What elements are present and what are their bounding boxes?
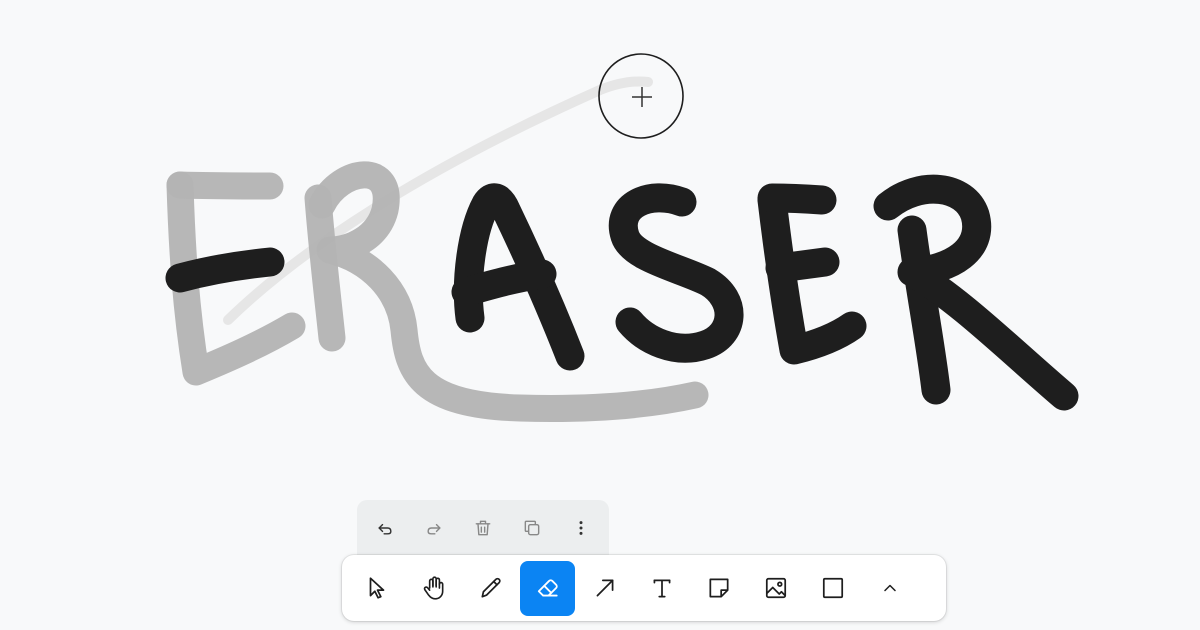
chevron-up-icon (883, 584, 896, 592)
tool-draw[interactable] (463, 561, 518, 616)
eraser-icon (537, 579, 558, 597)
cursor-icon (369, 577, 384, 599)
tool-more[interactable] (862, 561, 917, 616)
stroke-e2-mid (765, 247, 840, 283)
faded-stroke-r (304, 184, 346, 352)
more-vertical-icon (579, 521, 583, 535)
redo-button[interactable] (416, 510, 452, 546)
hand-icon (423, 576, 443, 600)
duplicate-icon (524, 520, 540, 536)
duplicate-button[interactable] (514, 510, 550, 546)
stroke-a-bar (451, 259, 557, 307)
delete-button[interactable] (465, 510, 501, 546)
rectangle-icon (822, 577, 843, 599)
undo-button[interactable] (367, 510, 403, 546)
faded-stroke-e-top (166, 171, 284, 200)
eraser-trail (223, 76, 653, 325)
more-actions-button[interactable] (563, 510, 599, 546)
text-icon (653, 579, 670, 598)
sticky-note-icon (708, 578, 729, 598)
stroke-e2-top (757, 183, 837, 215)
stroke-s (608, 183, 744, 363)
image-icon (765, 577, 786, 599)
eraser-crosshair-cursor (598, 53, 684, 139)
arrow-icon (596, 579, 613, 597)
actions-bar (357, 500, 609, 556)
tool-note[interactable] (691, 561, 746, 616)
tool-eraser[interactable] (520, 560, 575, 616)
undo-icon (378, 523, 392, 535)
tool-rectangle[interactable] (805, 561, 860, 616)
tool-arrow[interactable] (577, 561, 632, 616)
tool-select[interactable] (349, 561, 404, 616)
stroke-r2 (897, 215, 951, 405)
stroke-e-bar (165, 247, 285, 293)
main-toolbar (342, 555, 946, 621)
tool-asset[interactable] (748, 561, 803, 616)
tool-text[interactable] (634, 561, 689, 616)
trash-icon (475, 520, 491, 536)
tool-hand[interactable] (406, 561, 461, 616)
redo-icon (427, 523, 441, 535)
pencil-icon (480, 577, 501, 598)
